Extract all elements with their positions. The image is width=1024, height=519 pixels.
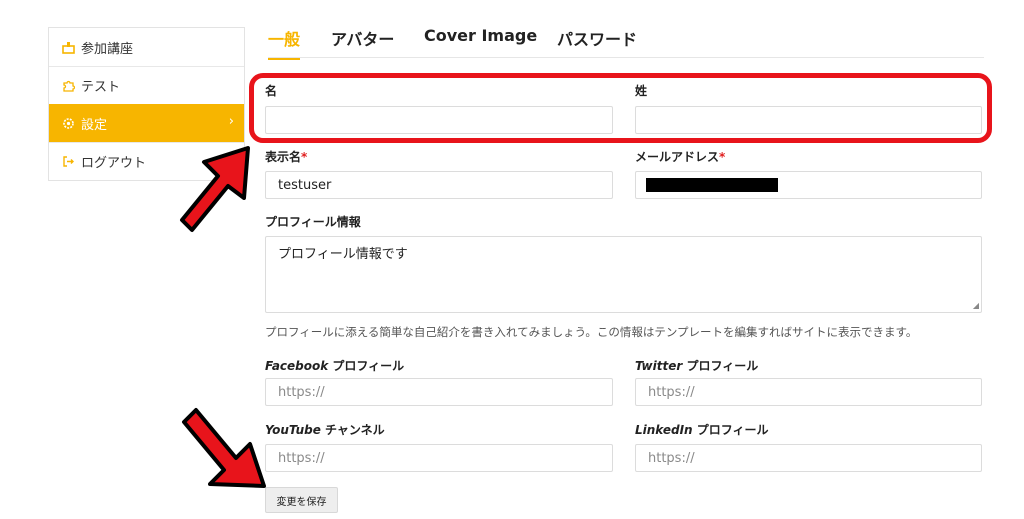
sidebar-item-label: 参加講座 [81,41,134,57]
settings-tabs: 一般 アバター Cover Image パスワード [268,20,984,60]
gear-icon [61,116,75,130]
arrow-down-right-icon [182,408,266,488]
linkedin-url-field[interactable]: https:// [635,444,982,472]
sidebar-item-courses[interactable]: 参加講座 [49,28,244,66]
resize-handle-icon[interactable]: ◢ [973,301,979,310]
sidebar-nav: 参加講座 テスト 設定 › ログアウト [48,27,245,181]
youtube-label: YouTube チャンネル [265,423,385,437]
required-mark: * [301,150,308,164]
required-mark: * [719,150,726,164]
courses-icon [61,40,75,54]
sidebar-item-label: 設定 [81,117,108,133]
sidebar-item-test[interactable]: テスト [49,66,244,104]
last-name-label: 姓 [635,84,648,98]
profile-label: プロフィール情報 [265,215,361,229]
puzzle-icon [61,79,75,93]
sidebar-item-logout[interactable]: ログアウト [49,142,244,180]
sidebar-item-label: ログアウト [81,156,147,171]
profile-textarea[interactable]: プロフィール情報です ◢ [265,236,982,313]
twitter-url-field[interactable]: https:// [635,378,982,406]
sidebar-item-label: テスト [81,80,121,95]
tab-cover-image[interactable]: Cover Image [424,26,537,53]
logout-icon [61,155,75,169]
last-name-field[interactable] [635,106,982,134]
email-label: メールアドレス* [635,150,726,164]
save-changes-button[interactable]: 変更を保存 [265,487,338,513]
profile-help-text: プロフィールに添える簡単な自己紹介を書き入れてみましょう。この情報はテンプレート… [265,325,918,339]
display-name-field[interactable]: testuser [265,171,613,199]
facebook-label: Facebook プロフィール [265,359,405,373]
twitter-label: Twitter プロフィール [635,359,759,373]
redaction-bar [646,178,778,192]
tab-password[interactable]: パスワード [557,26,637,58]
display-name-label: 表示名* [265,150,308,164]
sidebar-item-settings[interactable]: 設定 › [49,104,244,142]
first-name-label: 名 [265,84,278,98]
youtube-url-field[interactable]: https:// [265,444,613,472]
facebook-url-field[interactable]: https:// [265,378,613,406]
linkedin-label: LinkedIn プロフィール [635,423,769,437]
tab-general[interactable]: 一般 [268,26,301,60]
first-name-field[interactable] [265,106,613,134]
chevron-right-icon: › [228,114,234,129]
tab-avatar[interactable]: アバター [331,26,394,58]
